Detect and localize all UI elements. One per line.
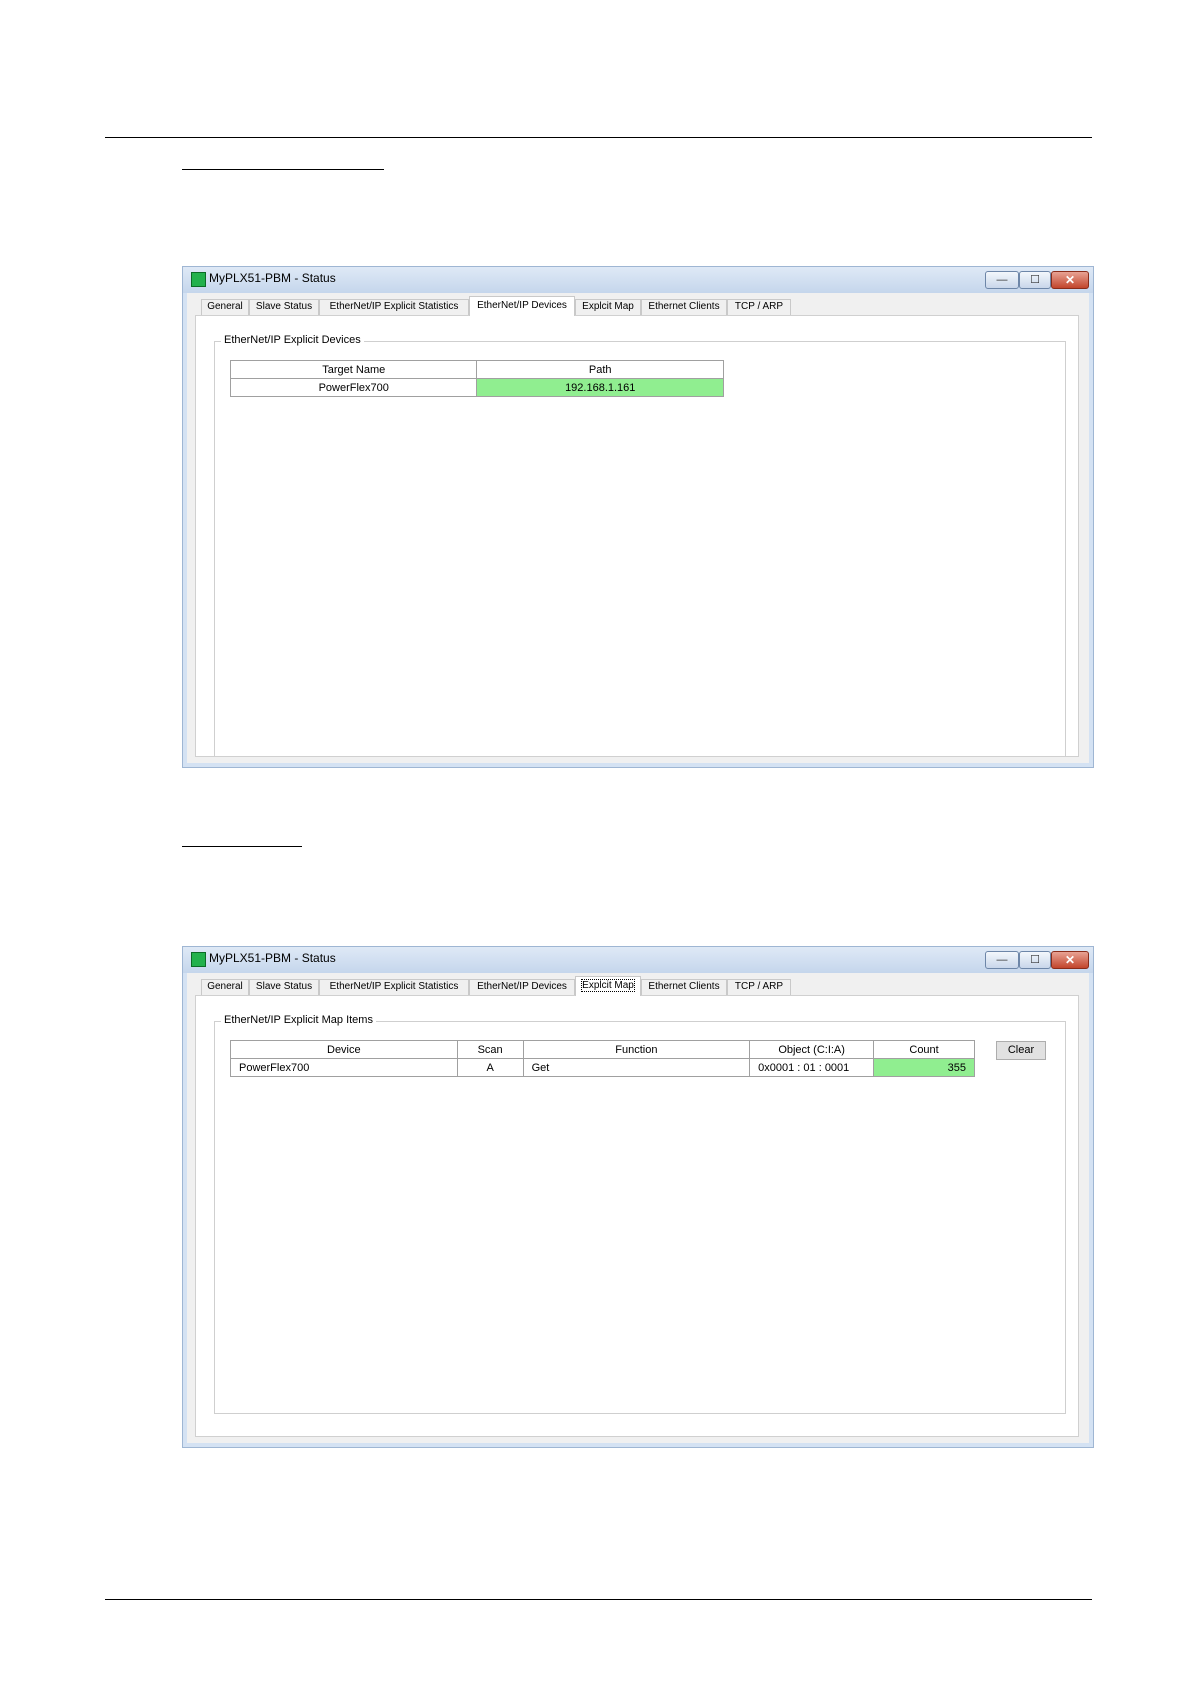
close-icon[interactable]: ✕ xyxy=(1051,271,1089,289)
column-header-scan[interactable]: Scan xyxy=(456,1040,524,1059)
title-bar[interactable]: MyPLX51-PBM - Status — ☐ ✕ xyxy=(183,267,1093,293)
maximize-icon[interactable]: ☐ xyxy=(1019,951,1051,969)
tab-explicit-map[interactable]: Explcit Map xyxy=(575,299,641,315)
app-status-icon xyxy=(191,272,206,287)
clear-button[interactable]: Clear xyxy=(996,1041,1046,1060)
column-header-function[interactable]: Function xyxy=(522,1040,751,1059)
column-header-device[interactable]: Device xyxy=(230,1040,458,1059)
maximize-icon[interactable]: ☐ xyxy=(1019,271,1051,289)
table-row[interactable]: PowerFlex700 192.168.1.161 xyxy=(229,378,724,397)
window-title: MyPLX51-PBM - Status xyxy=(209,951,336,965)
app-status-icon xyxy=(191,952,206,967)
close-icon[interactable]: ✕ xyxy=(1051,951,1089,969)
device-cell: PowerFlex700 xyxy=(230,1058,458,1077)
scan-cell: A xyxy=(456,1058,524,1077)
tab-panel: EtherNet/IP Explicit Devices Target Name… xyxy=(195,315,1079,757)
column-header-target-name[interactable]: Target Name xyxy=(229,360,478,379)
object-cell: 0x0001 : 01 : 0001 xyxy=(749,1058,875,1077)
tab-panel: EtherNet/IP Explicit Map Items Device Sc… xyxy=(195,995,1079,1437)
status-window-devices: MyPLX51-PBM - Status — ☐ ✕ General Slave… xyxy=(182,266,1094,768)
window-client: General Slave Status EtherNet/IP Explici… xyxy=(187,973,1089,1443)
footer-rule xyxy=(105,1599,1092,1600)
column-header-path[interactable]: Path xyxy=(476,360,724,379)
window-title: MyPLX51-PBM - Status xyxy=(209,271,336,285)
count-cell: 355 xyxy=(873,1058,975,1077)
devices-table: Target Name Path PowerFlex700 192.168.1.… xyxy=(229,360,724,397)
tab-ethernet-clients[interactable]: Ethernet Clients xyxy=(641,979,727,995)
function-cell: Get xyxy=(522,1058,751,1077)
tab-ethernetip-devices[interactable]: EtherNet/IP Devices xyxy=(469,296,575,316)
tab-general[interactable]: General xyxy=(201,299,249,315)
explicit-devices-group: EtherNet/IP Explicit Devices Target Name… xyxy=(214,334,1066,756)
title-bar[interactable]: MyPLX51-PBM - Status — ☐ ✕ xyxy=(183,947,1093,973)
tab-slave-status[interactable]: Slave Status xyxy=(249,979,319,995)
tab-explicit-statistics[interactable]: EtherNet/IP Explicit Statistics xyxy=(319,979,469,995)
header-rule xyxy=(105,137,1092,138)
tab-ethernet-clients[interactable]: Ethernet Clients xyxy=(641,299,727,315)
tab-explicit-statistics[interactable]: EtherNet/IP Explicit Statistics xyxy=(319,299,469,315)
section-heading-underline-2 xyxy=(182,846,302,847)
column-header-count[interactable]: Count xyxy=(873,1040,975,1059)
tab-explicit-map[interactable]: Explcit Map xyxy=(575,976,641,996)
path-cell: 192.168.1.161 xyxy=(476,378,724,397)
table-row[interactable]: PowerFlex700 A Get 0x0001 : 01 : 0001 35… xyxy=(230,1058,975,1077)
minimize-icon[interactable]: — xyxy=(985,271,1019,289)
map-items-table: Device Scan Function Object (C:I:A) Coun… xyxy=(230,1040,975,1077)
tab-tcp-arp[interactable]: TCP / ARP xyxy=(727,979,791,995)
tab-slave-status[interactable]: Slave Status xyxy=(249,299,319,315)
explicit-map-items-group: EtherNet/IP Explicit Map Items Device Sc… xyxy=(214,1014,1066,1414)
tab-tcp-arp[interactable]: TCP / ARP xyxy=(727,299,791,315)
minimize-icon[interactable]: — xyxy=(985,951,1019,969)
tab-general[interactable]: General xyxy=(201,979,249,995)
column-header-object[interactable]: Object (C:I:A) xyxy=(749,1040,875,1059)
tab-ethernetip-devices[interactable]: EtherNet/IP Devices xyxy=(469,979,575,995)
group-label: EtherNet/IP Explicit Devices xyxy=(221,334,364,346)
status-window-explicit-map: MyPLX51-PBM - Status — ☐ ✕ General Slave… xyxy=(182,946,1094,1448)
group-label: EtherNet/IP Explicit Map Items xyxy=(221,1014,376,1026)
window-client: General Slave Status EtherNet/IP Explici… xyxy=(187,293,1089,763)
section-heading-underline-1 xyxy=(182,169,384,170)
target-name-cell: PowerFlex700 xyxy=(229,378,478,397)
